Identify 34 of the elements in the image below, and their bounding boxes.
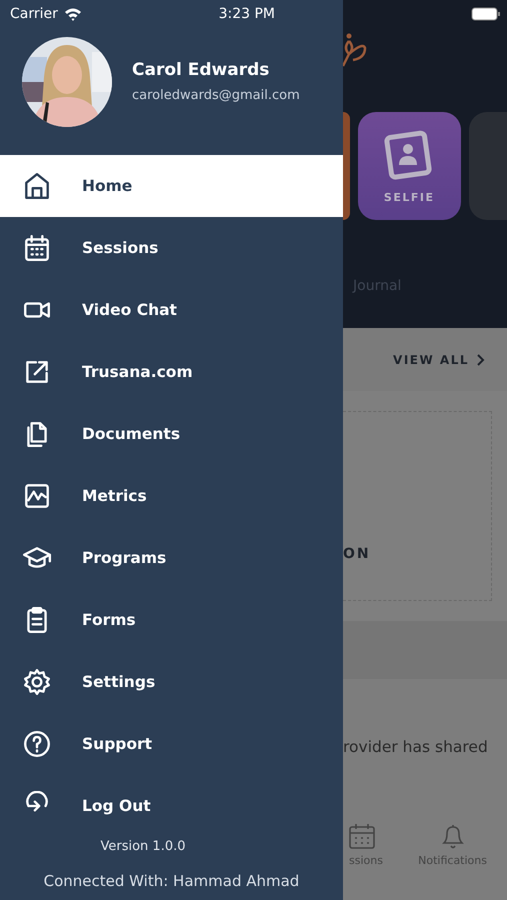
menu-item[interactable]: Sessions	[0, 217, 343, 279]
help-icon	[22, 729, 52, 759]
menu-item[interactable]: Home	[0, 155, 343, 217]
app-tile[interactable]	[343, 112, 350, 220]
menu-item[interactable]: Log Out	[0, 775, 343, 837]
home-icon	[22, 171, 52, 201]
settings-icon	[22, 667, 52, 697]
menu-item[interactable]: Support	[0, 713, 343, 775]
body-text: rovider has shared	[343, 738, 488, 756]
card-title: ON	[343, 546, 371, 562]
connection-label: Connected With: Hammad Ahmad	[44, 872, 300, 890]
wifi-icon	[64, 7, 82, 21]
menu-item[interactable]: Trusana.com	[0, 341, 343, 403]
menu-item[interactable]: Documents	[0, 403, 343, 465]
clock-time: 3:23 PM	[218, 6, 275, 22]
selfie-tile[interactable]: SELFIE	[358, 112, 461, 220]
view-all-link[interactable]: VIEW ALL	[393, 352, 485, 366]
carrier-label: Carrier	[10, 6, 58, 22]
version-label: Version 1.0.0	[100, 839, 186, 854]
chart-icon	[22, 481, 52, 511]
battery-icon	[471, 7, 501, 21]
menu-item[interactable]: Forms	[0, 589, 343, 651]
user-name: Carol Edwards	[132, 60, 270, 80]
bell-icon	[440, 822, 466, 850]
menu-item[interactable]: Programs	[0, 527, 343, 589]
menu-item[interactable]: Settings	[0, 651, 343, 713]
menu-item[interactable]: Metrics	[0, 465, 343, 527]
calendar-icon	[22, 233, 52, 263]
butterfly-icon	[343, 32, 367, 68]
chevron-right-icon	[477, 354, 485, 366]
dashed-card[interactable]: ON	[343, 411, 492, 601]
menu-item[interactable]: Video Chat	[0, 279, 343, 341]
user-email: caroledwards@gmail.com	[132, 88, 300, 103]
calendar-icon	[349, 822, 375, 850]
